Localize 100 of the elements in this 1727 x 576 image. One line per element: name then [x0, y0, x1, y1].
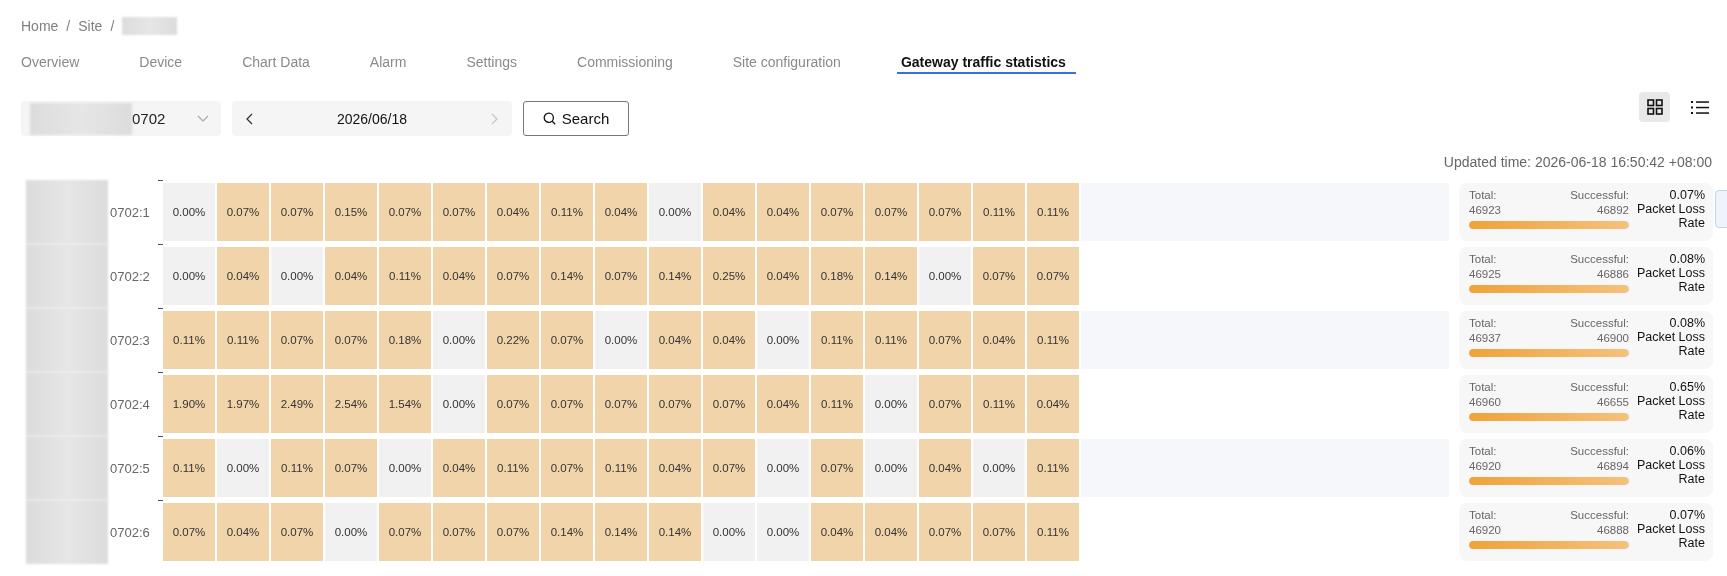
heatmap-cell: 0.11%: [865, 311, 917, 369]
blurred-text: [122, 17, 178, 35]
heatmap-cell: 0.14%: [865, 247, 917, 305]
tab[interactable]: Chart Data: [242, 46, 310, 74]
heatmap-cell: 0.00%: [757, 439, 809, 497]
heatmap-cell: 0.07%: [379, 503, 431, 561]
heatmap-cell: 0.00%: [379, 439, 431, 497]
heatmap-cell: 0.11%: [1027, 311, 1079, 369]
successful-value: 46886: [1597, 267, 1629, 282]
heatmap-cell: 0.11%: [595, 439, 647, 497]
row-label: 0702:3: [110, 332, 150, 348]
loss-rate-label: Packet Loss Rate: [1635, 266, 1705, 294]
heatmap-cell: 0.00%: [865, 375, 917, 433]
breadcrumb-link[interactable]: Home: [21, 18, 59, 34]
heatmap-cell: 0.07%: [919, 375, 971, 433]
heatmap-cell: 0.04%: [217, 247, 269, 305]
device-select[interactable]: 0702: [21, 101, 221, 136]
heatmap-cell: 0.07%: [595, 375, 647, 433]
total-label: Total:: [1469, 508, 1498, 523]
heatmap-cell: 0.00%: [703, 503, 755, 561]
heatmap-cell: 0.07%: [541, 439, 593, 497]
heatmap-cell: 0.11%: [163, 311, 215, 369]
heatmap-cell: 0.00%: [865, 439, 917, 497]
updated-time: Updated time: 2026-06-18 16:50:42 +08:00: [1443, 154, 1712, 170]
tab[interactable]: Device: [139, 46, 183, 74]
successful-label: Successful:: [1570, 444, 1629, 459]
heatmap-cell: 0.07%: [325, 311, 377, 369]
loss-rate-value: 0.08%: [1668, 252, 1705, 266]
heatmap-cell: 0.15%: [325, 183, 377, 241]
heatmap-cell: 0.07%: [433, 183, 485, 241]
successful-value: 46892: [1597, 203, 1629, 218]
heatmap-cell: 0.04%: [649, 311, 701, 369]
heatmap-cell: 0.11%: [271, 439, 323, 497]
tab[interactable]: Gateway traffic statistics: [896, 46, 1076, 74]
tab[interactable]: Alarm: [369, 46, 407, 74]
search-button[interactable]: Search: [523, 101, 629, 136]
heatmap-cell: 0.07%: [163, 503, 215, 561]
heatmap-cell: 0.04%: [217, 503, 269, 561]
loss-rate-value: 0.06%: [1668, 444, 1705, 458]
loss-rate-label: Packet Loss Rate: [1635, 394, 1705, 422]
heatmap-cell: 0.07%: [919, 311, 971, 369]
heatmap-cell: 0.14%: [649, 247, 701, 305]
heatmap-cell: 0.18%: [811, 247, 863, 305]
grid-view-icon: [1646, 99, 1663, 115]
total-label: Total:: [1469, 252, 1498, 267]
total-value: 46920: [1469, 523, 1501, 538]
list-view-icon: [1690, 99, 1709, 115]
tab[interactable]: Commissioning: [577, 46, 673, 74]
heatmap-cell: 0.22%: [487, 311, 539, 369]
row-label: 0702:5: [110, 460, 150, 476]
total-value: 46923: [1469, 203, 1501, 218]
heatmap-cell: 0.07%: [649, 375, 701, 433]
total-label: Total:: [1469, 444, 1498, 459]
chevron-down-icon: [197, 115, 209, 122]
heatmap-cell: 0.04%: [595, 183, 647, 241]
heatmap-cell: 0.07%: [919, 503, 971, 561]
heatmap-cell: 0.00%: [433, 375, 485, 433]
successful-value: 46894: [1597, 459, 1629, 474]
loss-rate-label: Packet Loss Rate: [1635, 202, 1705, 230]
date-picker[interactable]: 2026/06/18: [232, 101, 512, 136]
heatmap-cell: 0.11%: [1027, 183, 1079, 241]
heatmap-cell: 1.90%: [163, 375, 215, 433]
heatmap-cell: 0.07%: [811, 439, 863, 497]
heatmap-cell: 0.11%: [163, 439, 215, 497]
heatmap-cell: 0.07%: [487, 375, 539, 433]
tab[interactable]: Overview: [21, 46, 80, 74]
heatmap-cell: 0.04%: [757, 183, 809, 241]
heatmap-cell: 0.00%: [433, 311, 485, 369]
row-label: 0702:4: [110, 396, 150, 412]
date-value: 2026/06/18: [336, 110, 408, 127]
chevron-left-icon[interactable]: [246, 112, 253, 125]
heatmap-cell: 0.07%: [379, 183, 431, 241]
successful-label: Successful:: [1570, 252, 1629, 267]
heatmap-cell: 0.14%: [649, 503, 701, 561]
heatmap-cell: 0.04%: [757, 247, 809, 305]
successful-value: 46900: [1597, 331, 1629, 346]
tab[interactable]: Settings: [466, 46, 517, 74]
tab[interactable]: Site configuration: [732, 46, 841, 74]
successful-value: 46655: [1597, 395, 1629, 410]
heatmap-cell: 0.11%: [487, 439, 539, 497]
heatmap-cell: 0.00%: [757, 503, 809, 561]
heatmap-cell: 0.14%: [541, 247, 593, 305]
heatmap-cell: 0.11%: [379, 247, 431, 305]
heatmap-cell: 0.04%: [757, 375, 809, 433]
heatmap-cell: 0.11%: [1027, 439, 1079, 497]
view-toggle[interactable]: [1639, 92, 1670, 122]
heatmap-cell: 0.07%: [865, 183, 917, 241]
breadcrumb-link[interactable]: Site: [78, 18, 103, 34]
heatmap-cell: 0.07%: [217, 183, 269, 241]
heatmap-cell: 1.97%: [217, 375, 269, 433]
heatmap-cell: 0.07%: [973, 247, 1025, 305]
heatmap-cell: 0.00%: [973, 439, 1025, 497]
total-label: Total:: [1469, 316, 1498, 331]
heatmap-cell: 0.07%: [487, 503, 539, 561]
heatmap-cell: 0.04%: [919, 439, 971, 497]
heatmap-cell: 0.00%: [919, 247, 971, 305]
heatmap-cell: 2.54%: [325, 375, 377, 433]
successful-label: Successful:: [1570, 316, 1629, 331]
heatmap-cell: 0.11%: [811, 375, 863, 433]
heatmap-cell: 0.07%: [595, 247, 647, 305]
